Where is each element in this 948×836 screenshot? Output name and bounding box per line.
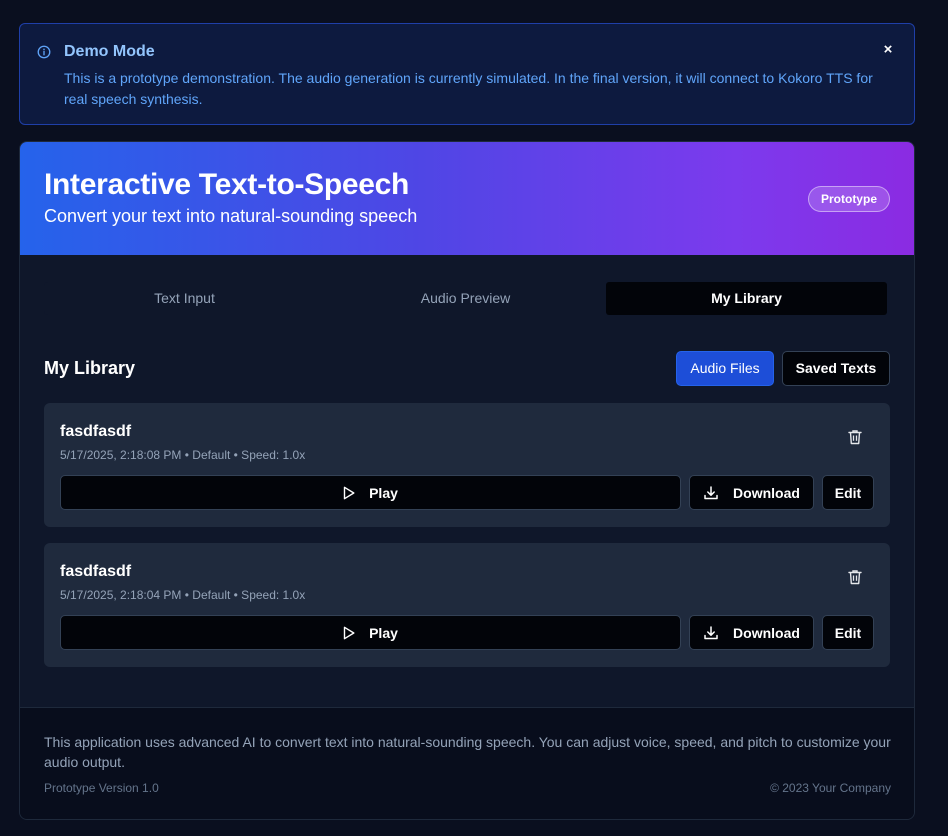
footer: This application uses advanced AI to con… [20, 707, 914, 819]
app-title: Interactive Text-to-Speech [44, 168, 410, 201]
saved-texts-button[interactable]: Saved Texts [782, 351, 890, 386]
tab-audio-preview[interactable]: Audio Preview [325, 282, 606, 315]
tab-text-input[interactable]: Text Input [44, 282, 325, 315]
item-meta: 5/17/2025, 2:18:08 PM • Default • Speed:… [60, 448, 306, 462]
play-button[interactable]: Play [60, 475, 681, 510]
edit-button[interactable]: Edit [822, 615, 874, 650]
download-icon [704, 625, 718, 639]
info-icon [37, 45, 51, 59]
app-header: Interactive Text-to-Speech Convert your … [20, 142, 914, 255]
footer-description: This application uses advanced AI to con… [44, 734, 891, 770]
play-label: Play [369, 484, 398, 501]
item-meta: 5/17/2025, 2:18:04 PM • Default • Speed:… [60, 588, 306, 602]
library-title: My Library [44, 358, 136, 378]
edit-button[interactable]: Edit [822, 475, 874, 510]
download-icon [704, 485, 718, 499]
tab-my-library[interactable]: My Library [606, 282, 887, 315]
play-label: Play [369, 624, 398, 641]
library-item: fasdfasdf 5/17/2025, 2:18:04 PM • Defaul… [44, 543, 890, 667]
play-icon [343, 486, 355, 499]
item-title: fasdfasdf [60, 563, 132, 580]
play-button[interactable]: Play [60, 615, 681, 650]
trash-icon[interactable] [848, 569, 862, 585]
demo-banner: Demo Mode This is a prototype demonstrat… [19, 23, 915, 125]
tab-bar: Text Input Audio Preview My Library [44, 282, 887, 315]
item-title: fasdfasdf [60, 423, 132, 440]
download-label: Download [733, 484, 800, 501]
version-label: Prototype Version 1.0 [44, 781, 159, 795]
banner-title: Demo Mode [64, 43, 155, 60]
library-item: fasdfasdf 5/17/2025, 2:18:08 PM • Defaul… [44, 403, 890, 527]
app-subtitle: Convert your text into natural-sounding … [44, 206, 418, 226]
download-label: Download [733, 624, 800, 641]
banner-text: This is a prototype demonstration. The a… [64, 70, 873, 107]
app-card: Interactive Text-to-Speech Convert your … [19, 141, 915, 820]
prototype-badge: Prototype [807, 186, 890, 212]
copyright-label: © 2023 Your Company [770, 781, 891, 795]
play-icon [343, 626, 355, 639]
trash-icon[interactable] [848, 429, 862, 445]
close-icon[interactable]: × [881, 42, 895, 57]
audio-files-button[interactable]: Audio Files [676, 351, 774, 386]
download-button[interactable]: Download [689, 615, 814, 650]
download-button[interactable]: Download [689, 475, 814, 510]
